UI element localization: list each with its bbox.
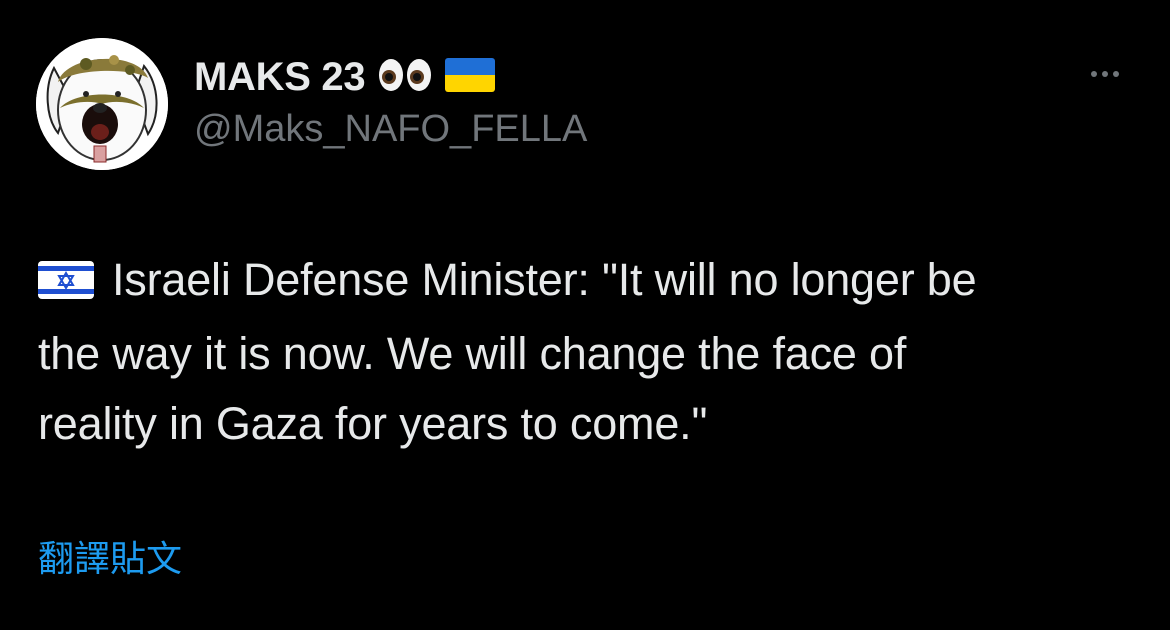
tweet-body: Israeli Defense Minister: "It will no lo…: [38, 245, 1138, 459]
tweet-line-1: Israeli Defense Minister: "It will no lo…: [38, 245, 1138, 319]
israel-flag-icon: [38, 249, 94, 319]
tweet-card: MAKS 23 @Maks_NAFO_FELLA Israeli Defense…: [0, 0, 1170, 630]
display-name[interactable]: MAKS 23: [194, 55, 366, 100]
more-options-button[interactable]: [1080, 56, 1130, 92]
author-name-row[interactable]: MAKS 23: [194, 52, 496, 102]
more-horizontal-icon: [1091, 71, 1097, 77]
eyes-emoji-icon: [377, 57, 433, 98]
ukraine-flag-icon: [445, 57, 496, 97]
tweet-line-3: reality in Gaza for years to come.": [38, 398, 708, 449]
avatar[interactable]: [36, 38, 168, 170]
nafo-dog-avatar-icon: [36, 38, 168, 170]
translate-post-link[interactable]: 翻譯貼文: [38, 530, 182, 582]
author-handle[interactable]: @Maks_NAFO_FELLA: [194, 108, 587, 151]
tweet-line-2: the way it is now. We will change the fa…: [38, 328, 907, 379]
